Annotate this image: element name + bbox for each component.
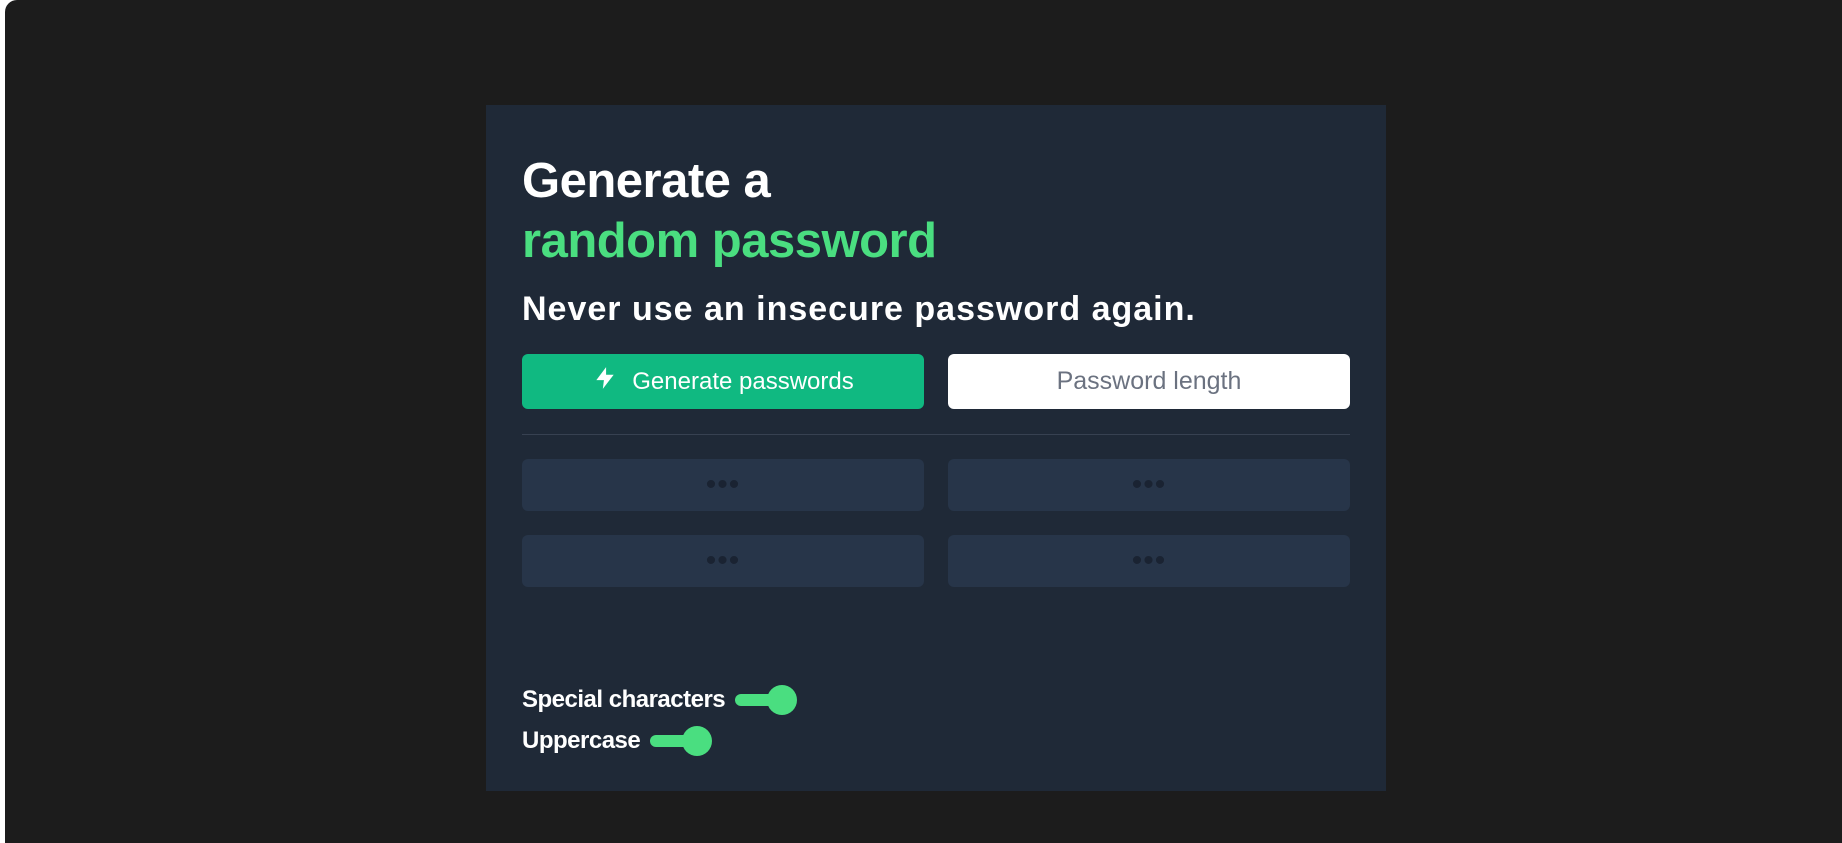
option-uppercase: Uppercase xyxy=(522,720,1350,761)
toggle-thumb xyxy=(682,725,713,756)
password-slot-4[interactable]: ••• xyxy=(948,535,1350,587)
option-special-characters: Special characters xyxy=(522,679,1350,720)
app-viewport: Generate a random password Never use an … xyxy=(5,0,1842,843)
page-title: Generate a random password xyxy=(522,151,1350,271)
generate-passwords-button[interactable]: Generate passwords xyxy=(522,354,924,409)
generate-passwords-label: Generate passwords xyxy=(632,367,854,395)
uppercase-label: Uppercase xyxy=(522,726,641,754)
controls-row: Generate passwords xyxy=(522,354,1350,409)
password-results-grid: ••• ••• ••• ••• xyxy=(522,459,1350,587)
page-subtitle: Never use an insecure password again. xyxy=(522,290,1196,328)
password-slot-3[interactable]: ••• xyxy=(522,535,924,587)
special-characters-toggle[interactable] xyxy=(735,684,798,715)
lightning-bolt-icon xyxy=(596,366,614,389)
title-accent: random password xyxy=(522,214,937,268)
password-length-input[interactable] xyxy=(948,354,1350,409)
divider xyxy=(522,434,1350,435)
password-slot-2[interactable]: ••• xyxy=(948,459,1350,511)
toggle-thumb xyxy=(767,684,798,715)
password-slot-1[interactable]: ••• xyxy=(522,459,924,511)
uppercase-toggle[interactable] xyxy=(650,725,713,756)
password-generator-card: Generate a random password Never use an … xyxy=(486,105,1386,791)
special-characters-label: Special characters xyxy=(522,685,726,713)
options-panel: Special characters Uppercase xyxy=(522,679,1350,761)
title-line-1: Generate a xyxy=(522,154,771,208)
